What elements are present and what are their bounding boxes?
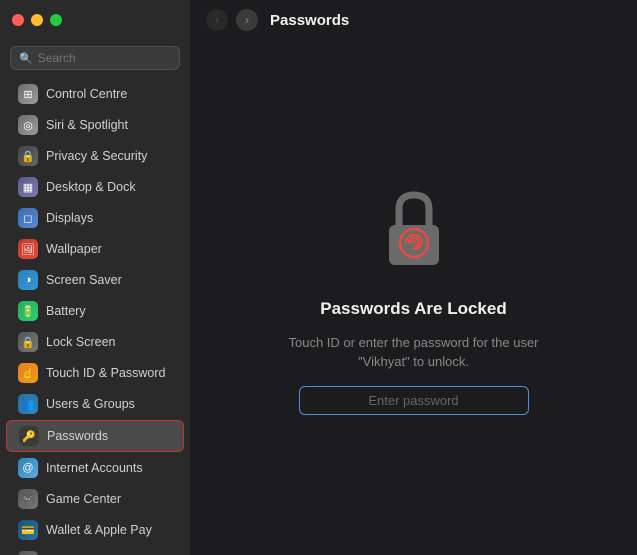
page-title: Passwords (270, 12, 349, 29)
locked-title: Passwords Are Locked (320, 299, 506, 319)
sidebar-label-lock-screen: Lock Screen (46, 335, 115, 349)
maximize-button[interactable] (50, 14, 62, 26)
displays-icon: ◻ (18, 208, 38, 228)
search-box: 🔍 (10, 46, 180, 70)
sidebar: 🔍 ⊞ Control Centre ◎ Siri & Spotlight 🔒 Priva… (0, 0, 190, 555)
touch-id-password-icon: ☝ (18, 363, 38, 383)
passwords-icon: 🔑 (19, 426, 39, 446)
search-icon: 🔍 (19, 52, 33, 65)
sidebar-label-control-centre: Control Centre (46, 87, 127, 101)
sidebar-item-wallet-apple-pay[interactable]: 💳 Wallet & Apple Pay (6, 515, 184, 545)
search-container: 🔍 (0, 40, 190, 78)
back-button[interactable]: ‹ (206, 9, 228, 31)
titlebar (0, 0, 190, 40)
minimize-button[interactable] (31, 14, 43, 26)
sidebar-item-displays[interactable]: ◻ Displays (6, 203, 184, 233)
lock-icon (369, 181, 459, 281)
control-centre-icon: ⊞ (18, 84, 38, 104)
forward-button[interactable]: › (236, 9, 258, 31)
sidebar-label-desktop-dock: Desktop & Dock (46, 180, 136, 194)
battery-icon: 🔋 (18, 301, 38, 321)
screen-saver-icon: ◑ (18, 270, 38, 290)
sidebar-label-passwords: Passwords (47, 429, 108, 443)
sidebar-label-screen-saver: Screen Saver (46, 273, 122, 287)
wallet-apple-pay-icon: 💳 (18, 520, 38, 540)
sidebar-label-users-groups: Users & Groups (46, 397, 135, 411)
sidebar-item-screen-saver[interactable]: ◑ Screen Saver (6, 265, 184, 295)
sidebar-label-wallpaper: Wallpaper (46, 242, 102, 256)
sidebar-label-displays: Displays (46, 211, 93, 225)
siri-spotlight-icon: ◎ (18, 115, 38, 135)
sidebar-item-lock-screen[interactable]: 🔒 Lock Screen (6, 327, 184, 357)
main-content: ‹ › Passwords Passwords Are Locked Touch… (190, 0, 637, 555)
sidebar-label-siri-spotlight: Siri & Spotlight (46, 118, 128, 132)
password-input[interactable] (299, 386, 529, 415)
locked-subtitle: Touch ID or enter the password for the u… (288, 333, 538, 372)
search-input[interactable] (38, 51, 171, 65)
close-button[interactable] (12, 14, 24, 26)
sidebar-item-users-groups[interactable]: 👥 Users & Groups (6, 389, 184, 419)
sidebar-item-internet-accounts[interactable]: @ Internet Accounts (6, 453, 184, 483)
lock-illustration (369, 181, 459, 281)
wallpaper-icon: 🖼 (18, 239, 38, 259)
sidebar-item-privacy-security[interactable]: 🔒 Privacy & Security (6, 141, 184, 171)
sidebar-label-internet-accounts: Internet Accounts (46, 461, 143, 475)
game-center-icon: 🎮 (18, 489, 38, 509)
sidebar-item-game-center[interactable]: 🎮 Game Center (6, 484, 184, 514)
lock-screen-icon: 🔒 (18, 332, 38, 352)
sidebar-label-wallet-apple-pay: Wallet & Apple Pay (46, 523, 152, 537)
sidebar-item-battery[interactable]: 🔋 Battery (6, 296, 184, 326)
sidebar-item-desktop-dock[interactable]: ▦ Desktop & Dock (6, 172, 184, 202)
keyboard-icon: ⌨ (18, 551, 38, 555)
sidebar-scroll: ⊞ Control Centre ◎ Siri & Spotlight 🔒 Privacy… (0, 78, 190, 555)
sidebar-item-keyboard[interactable]: ⌨Keyboard (6, 546, 184, 555)
sidebar-item-passwords[interactable]: 🔑 Passwords (6, 420, 184, 452)
sidebar-item-wallpaper[interactable]: 🖼 Wallpaper (6, 234, 184, 264)
sidebar-label-battery: Battery (46, 304, 86, 318)
sidebar-label-touch-id-password: Touch ID & Password (46, 366, 166, 380)
privacy-security-icon: 🔒 (18, 146, 38, 166)
sidebar-label-privacy-security: Privacy & Security (46, 149, 147, 163)
desktop-dock-icon: ▦ (18, 177, 38, 197)
main-body: Passwords Are Locked Touch ID or enter t… (190, 40, 637, 555)
password-field-container (299, 386, 529, 415)
sidebar-item-touch-id-password[interactable]: ☝ Touch ID & Password (6, 358, 184, 388)
sidebar-label-game-center: Game Center (46, 492, 121, 506)
sidebar-item-control-centre[interactable]: ⊞ Control Centre (6, 79, 184, 109)
sidebar-item-siri-spotlight[interactable]: ◎ Siri & Spotlight (6, 110, 184, 140)
internet-accounts-icon: @ (18, 458, 38, 478)
main-header: ‹ › Passwords (190, 0, 637, 40)
users-groups-icon: 👥 (18, 394, 38, 414)
